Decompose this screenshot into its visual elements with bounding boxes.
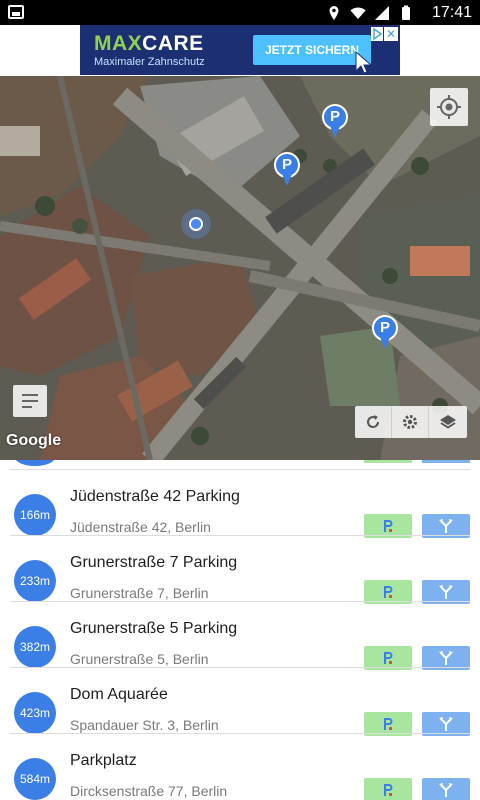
location-icon — [329, 5, 339, 20]
settings-button[interactable] — [392, 406, 429, 438]
parking-p-icon — [384, 586, 393, 598]
ad-container: MAXCARE Maximaler Zahnschutz JETZT SICHE… — [0, 25, 480, 76]
directions-icon — [439, 717, 453, 731]
map-tools — [355, 406, 467, 438]
parking-name: Dom Aquarée — [70, 686, 168, 703]
ad-logo: MAXCARE — [94, 32, 204, 55]
parking-pin[interactable]: P — [322, 104, 348, 140]
list-icon — [22, 394, 38, 408]
gear-icon — [403, 415, 417, 429]
list-item-partial — [0, 460, 480, 470]
map-view[interactable]: P P P Google — [0, 76, 480, 460]
navigate-button[interactable] — [422, 778, 470, 800]
ad-tagline: Maximaler Zahnschutz — [94, 56, 205, 68]
ad-banner[interactable]: MAXCARE Maximaler Zahnschutz JETZT SICHE… — [80, 25, 400, 75]
parking-info-button[interactable] — [364, 778, 412, 800]
ad-info-icon[interactable] — [371, 27, 383, 41]
battery-icon — [402, 5, 410, 20]
my-location-button[interactable] — [430, 88, 468, 126]
parking-name: Grunerstraße 5 Parking — [70, 620, 238, 637]
refresh-icon — [367, 415, 380, 428]
directions-icon — [439, 585, 453, 599]
parking-list[interactable]: 166m Jüdenstraße 42 Parking Jüdenstraße … — [0, 460, 480, 800]
layers-icon — [439, 415, 456, 429]
gallery-icon — [8, 5, 24, 19]
parking-name: Parkplatz — [70, 752, 137, 769]
distance-badge: 382m — [14, 626, 56, 668]
parking-address: Dircksenstraße 77, Berlin — [70, 783, 228, 799]
parking-name: Grunerstraße 7 Parking — [70, 554, 238, 571]
distance-badge: 166m — [14, 494, 56, 536]
parking-pin[interactable]: P — [274, 152, 300, 188]
list-toggle-button[interactable] — [13, 385, 47, 417]
directions-icon — [439, 783, 453, 797]
clock: 17:41 — [431, 4, 472, 21]
parking-address: Grunerstraße 7, Berlin — [70, 585, 209, 601]
ad-close-icon[interactable]: ✕ — [384, 27, 398, 41]
parking-address: Spandauer Str. 3, Berlin — [70, 717, 219, 733]
parking-p-icon — [384, 652, 393, 664]
distance-badge: 233m — [14, 560, 56, 602]
parking-p-icon — [384, 784, 393, 796]
wifi-icon — [350, 7, 366, 19]
crosshair-icon — [437, 95, 461, 119]
parking-address: Jüdenstraße 42, Berlin — [70, 519, 211, 535]
parking-pin[interactable]: P — [372, 315, 398, 351]
list-item[interactable]: 584m Parkplatz Dircksenstraße 77, Berlin — [0, 734, 480, 800]
parking-address: Grunerstraße 5, Berlin — [70, 651, 209, 667]
directions-icon — [439, 651, 453, 665]
current-location-marker — [181, 209, 211, 239]
layers-button[interactable] — [429, 406, 466, 438]
status-bar: 17:41 — [0, 0, 480, 25]
list-item[interactable]: 382m Grunerstraße 5 Parking Grunerstraße… — [0, 602, 480, 670]
list-item[interactable]: 233m Grunerstraße 7 Parking Grunerstraße… — [0, 536, 480, 604]
distance-badge: 584m — [14, 758, 56, 800]
parking-name: Jüdenstraße 42 Parking — [70, 488, 240, 505]
signal-icon — [375, 5, 389, 20]
list-item[interactable]: 166m Jüdenstraße 42 Parking Jüdenstraße … — [0, 470, 480, 538]
parking-p-icon — [384, 718, 393, 730]
google-attribution: Google — [6, 432, 62, 449]
distance-badge: 423m — [14, 692, 56, 734]
directions-icon — [439, 519, 453, 533]
refresh-button[interactable] — [355, 406, 392, 438]
cursor-icon — [355, 51, 373, 74]
parking-p-icon — [384, 520, 393, 532]
satellite-map — [0, 76, 480, 460]
list-item[interactable]: 423m Dom Aquarée Spandauer Str. 3, Berli… — [0, 668, 480, 736]
